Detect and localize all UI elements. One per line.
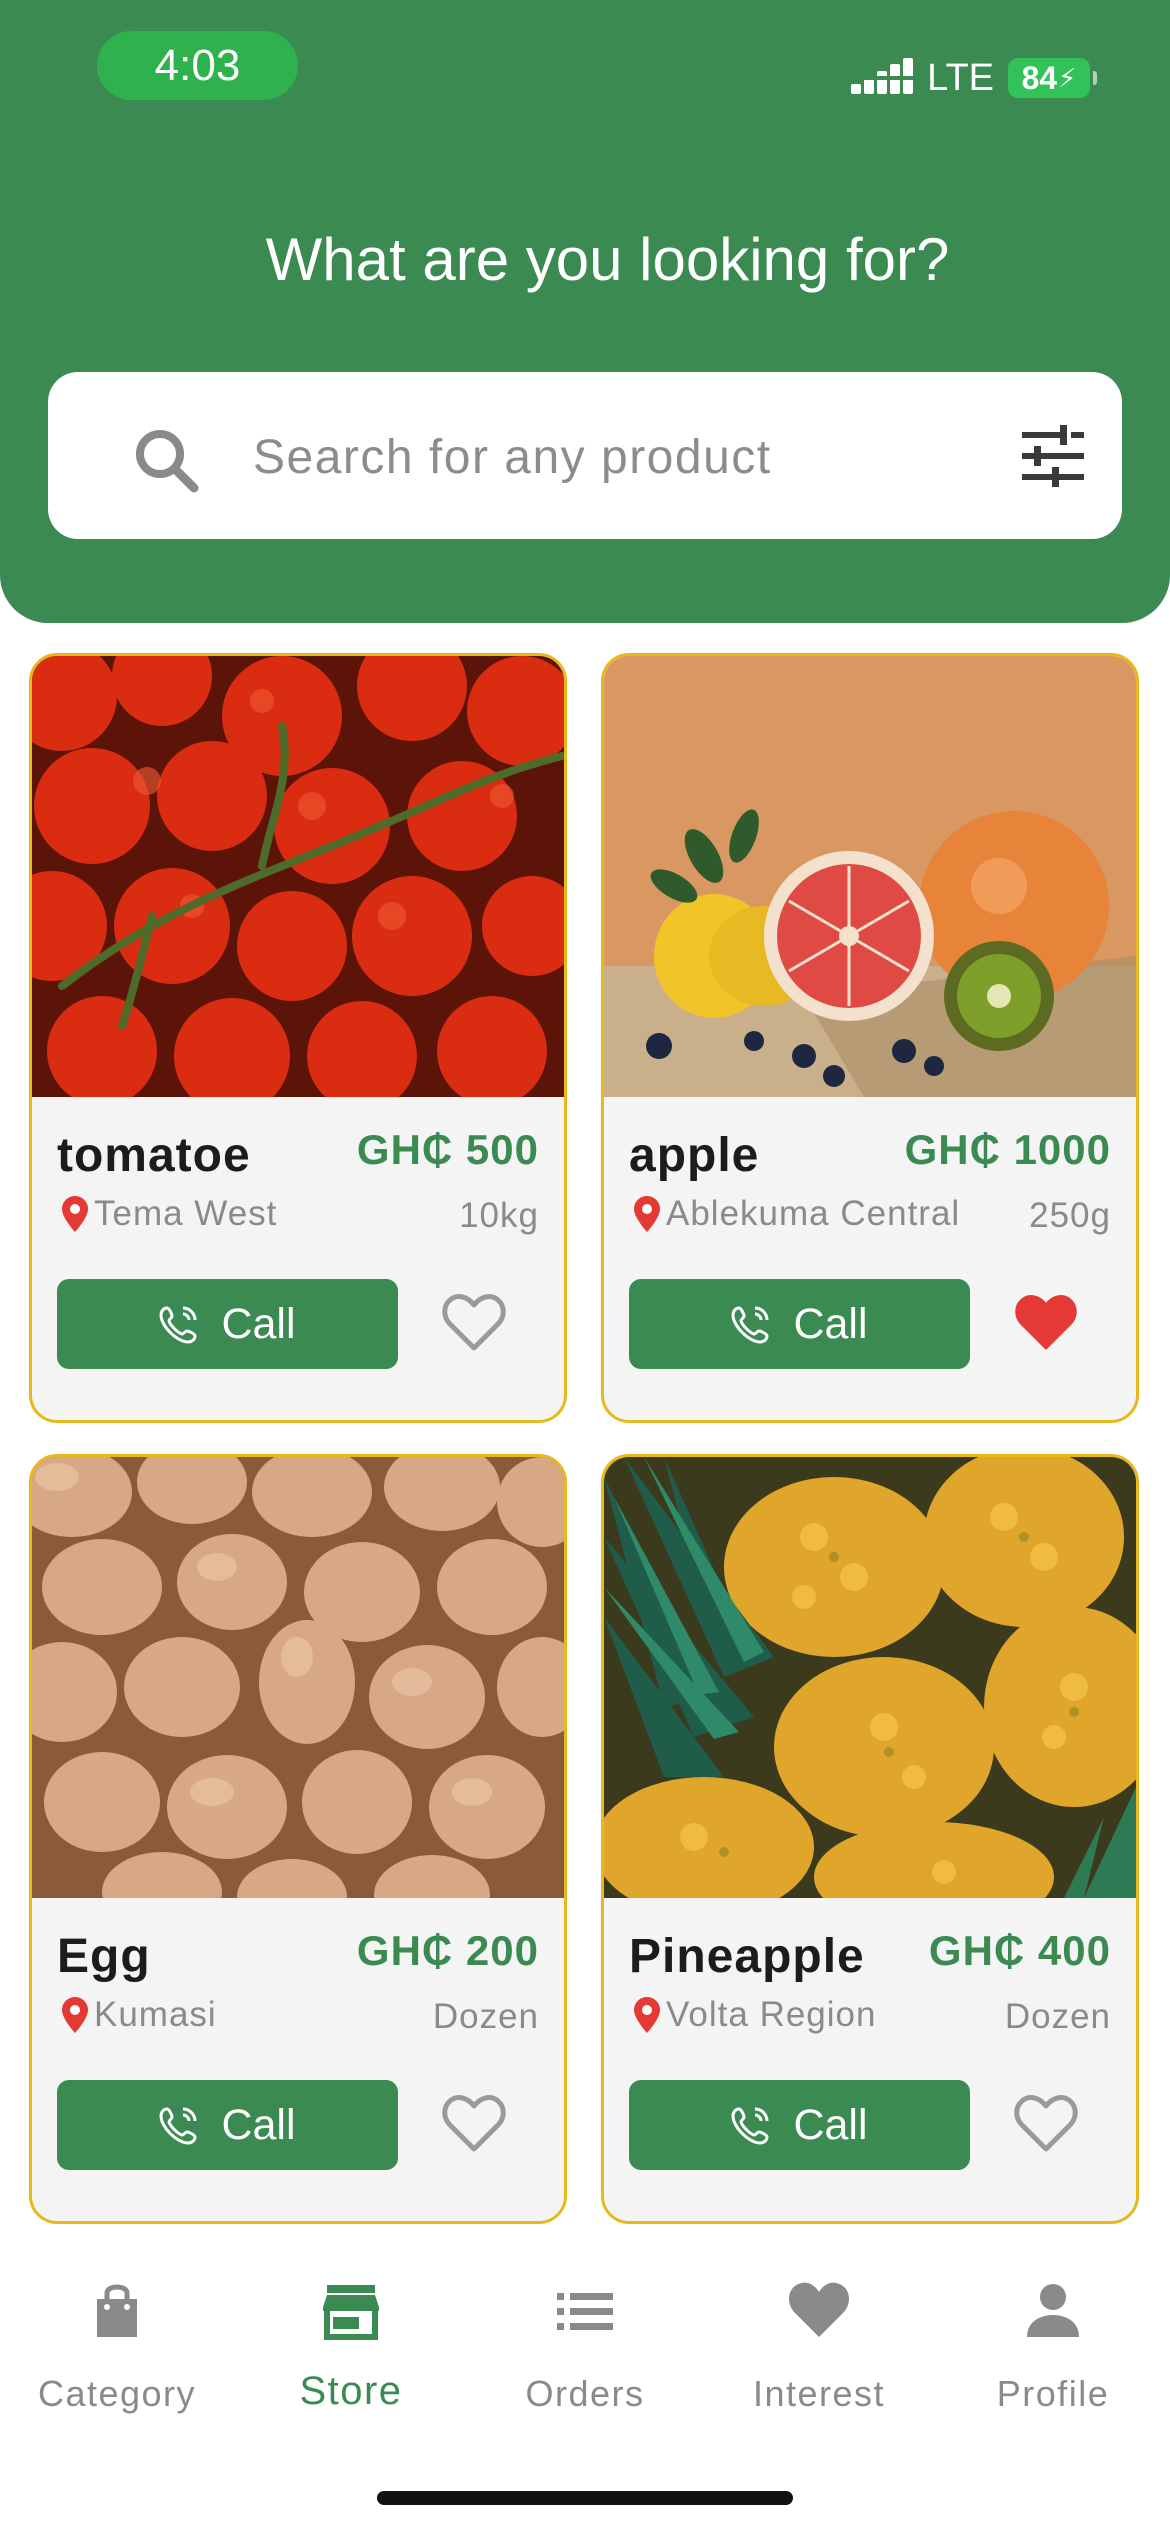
heart-outline-icon[interactable] [1014, 2095, 1078, 2153]
nav-label: Interest [752, 2373, 886, 2414]
heart-outline-icon[interactable] [442, 2095, 506, 2153]
search-input[interactable] [253, 412, 1013, 502]
location-pin-icon [62, 1997, 88, 2033]
product-name: apple [629, 1129, 760, 1182]
nav-label: Orders [525, 2373, 645, 2414]
call-button[interactable]: Call [629, 1279, 970, 1369]
product-name: tomatoe [57, 1129, 251, 1182]
charging-icon: ⚡ [1058, 62, 1077, 93]
call-button[interactable]: Call [57, 2080, 398, 2170]
battery-indicator: 84 ⚡ [1008, 58, 1097, 98]
product-name: Egg [57, 1930, 151, 1983]
header: 4:03 LTE 84 ⚡ What are you looking for? … [0, 0, 1170, 623]
nav-item-profile[interactable]: Profile [936, 2279, 1170, 2415]
heart-filled-icon[interactable] [1014, 1294, 1078, 1352]
location-text: Volta Region [666, 1995, 877, 2034]
call-label: Call [221, 1299, 296, 1348]
product-price: GH₵ 500 [356, 1126, 539, 1173]
product-location: Kumasi [62, 1995, 217, 2035]
product-price: GH₵ 1000 [904, 1126, 1111, 1173]
product-price: GH₵ 400 [928, 1927, 1111, 1974]
call-label: Call [221, 2100, 296, 2149]
status-time: 4:03 [97, 31, 298, 100]
heart-outline-icon[interactable] [442, 1294, 506, 1352]
call-button[interactable]: Call [57, 1279, 398, 1369]
product-location: Volta Region [634, 1995, 876, 2035]
product-name: Pineapple [629, 1930, 865, 1983]
product-card-pineapple[interactable]: Pineapple GH₵ 400 Volta Region Dozen Cal… [601, 1454, 1139, 2224]
product-card-tomatoe[interactable]: tomatoe GH₵ 500 Tema West 10kg Call [29, 653, 567, 1423]
product-price: GH₵ 200 [356, 1927, 539, 1974]
product-card-apple[interactable]: apple GH₵ 1000 Ablekuma Central 250g Cal… [601, 653, 1139, 1423]
phone-icon [159, 1306, 197, 1344]
location-pin-icon [62, 1196, 88, 1232]
call-button[interactable]: Call [629, 2080, 970, 2170]
location-pin-icon [634, 1997, 660, 2033]
product-unit: Dozen [432, 1997, 539, 2036]
location-text: Ablekuma Central [666, 1194, 961, 1233]
home-indicator [377, 2491, 793, 2505]
product-location: Ablekuma Central [634, 1194, 960, 1234]
store-icon [323, 2285, 379, 2340]
search-bar[interactable] [48, 372, 1122, 539]
search-icon [136, 430, 199, 493]
product-image-apple [604, 656, 1136, 1097]
product-location: Tema West [62, 1194, 277, 1234]
nav-label: Category [37, 2373, 197, 2414]
call-label: Call [793, 1299, 868, 1348]
product-unit: 10kg [459, 1196, 539, 1235]
nav-item-interest[interactable]: Interest [702, 2279, 936, 2415]
product-image-egg [32, 1457, 564, 1898]
location-pin-icon [634, 1196, 660, 1232]
list-icon [557, 2293, 613, 2330]
nav-item-category[interactable]: Category [0, 2279, 234, 2415]
status-bar-right: LTE 84 ⚡ [851, 50, 1097, 106]
page-title: What are you looking for? [265, 226, 950, 293]
filter-icon[interactable] [1020, 425, 1086, 487]
shopping-bag-icon [97, 2284, 137, 2337]
location-text: Tema West [94, 1194, 278, 1233]
nav-item-orders[interactable]: Orders [468, 2279, 702, 2415]
network-type: LTE [927, 56, 994, 99]
phone-icon [159, 2107, 197, 2145]
product-image-pineapple [604, 1457, 1136, 1898]
heart-icon [789, 2282, 849, 2337]
store-screen: 4:03 LTE 84 ⚡ What are you looking for? … [0, 0, 1170, 2532]
product-unit: 250g [1029, 1196, 1111, 1235]
battery-level: 84 [1021, 59, 1058, 96]
person-icon [1027, 2284, 1079, 2337]
product-card-egg[interactable]: Egg GH₵ 200 Kumasi Dozen Call [29, 1454, 567, 2224]
phone-icon [731, 1306, 769, 1344]
nav-label: Store [299, 2369, 403, 2413]
bottom-nav: Category Store Orders Interest Profile [0, 2252, 1170, 2532]
nav-item-store[interactable]: Store [234, 2279, 468, 2414]
call-label: Call [793, 2100, 868, 2149]
product-image-tomatoe [32, 656, 564, 1097]
signal-icon [851, 58, 914, 94]
location-text: Kumasi [94, 1995, 217, 2034]
phone-icon [731, 2107, 769, 2145]
nav-label: Profile [996, 2373, 1110, 2414]
product-unit: Dozen [1004, 1997, 1111, 2036]
